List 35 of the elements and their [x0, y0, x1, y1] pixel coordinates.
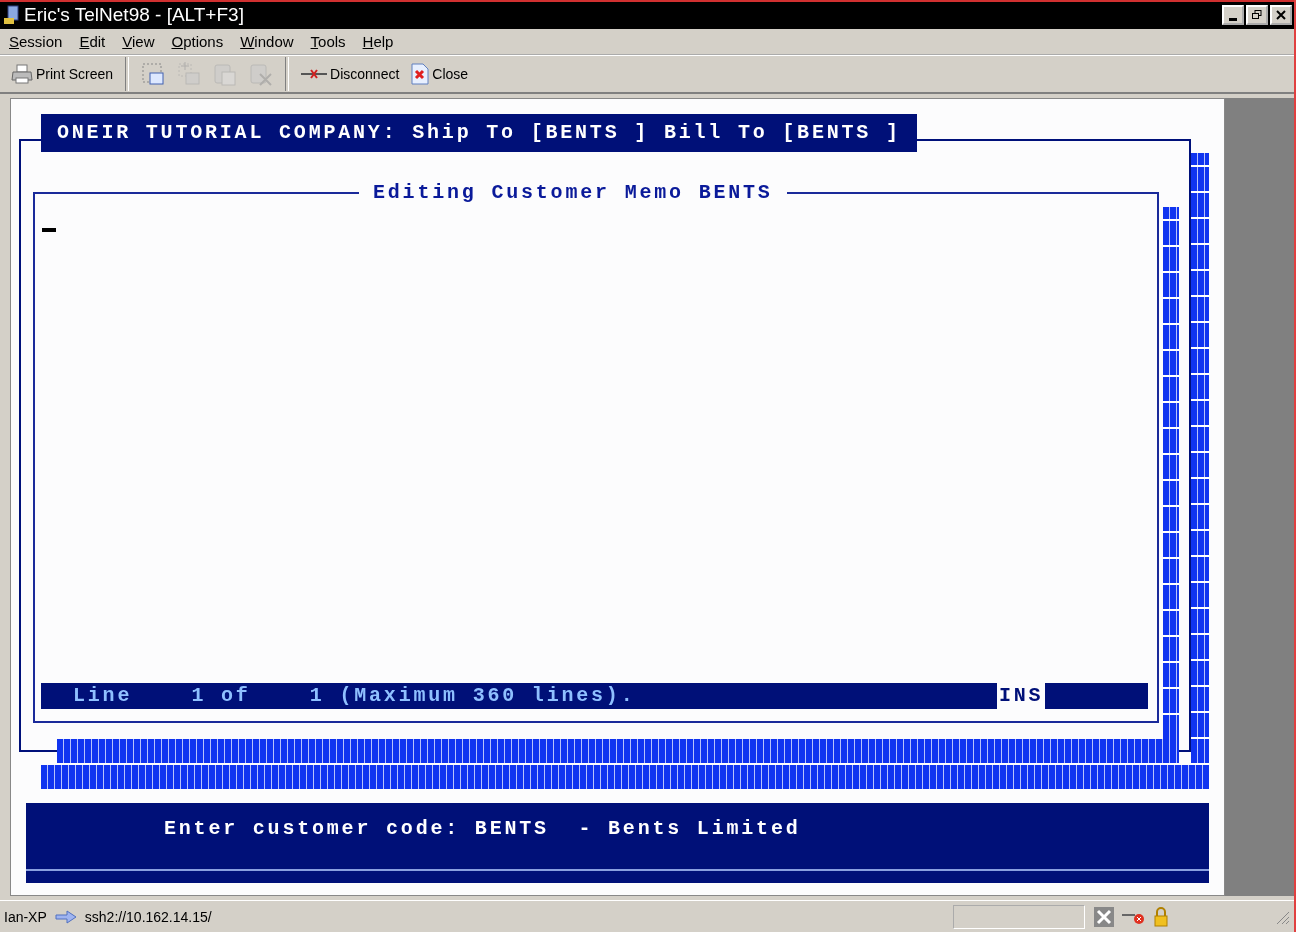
- document-close-icon: [411, 63, 430, 86]
- toolbar-button[interactable]: Close: [408, 61, 472, 88]
- plug-icon: [301, 69, 328, 80]
- clipboard-x-icon: [249, 62, 274, 87]
- close-button[interactable]: [1270, 5, 1292, 26]
- user-name: Ian-XP: [4, 908, 47, 925]
- prompt-message: Enter customer code: BENTS - Bents Limited: [164, 816, 801, 843]
- text-cursor: [42, 228, 56, 233]
- connection-address: ssh2://10.162.14.15/: [84, 908, 213, 925]
- arrow-icon: [54, 909, 77, 924]
- insert-mode-indicator: INS: [997, 683, 1046, 710]
- minimize-button[interactable]: [1222, 5, 1244, 26]
- clipboard-icon: [213, 62, 238, 87]
- restore-icon: [1252, 10, 1262, 21]
- copy-icon: [177, 62, 202, 87]
- lock-icon: [1152, 906, 1169, 927]
- menu-item[interactable]: Window: [240, 32, 294, 50]
- restore-button[interactable]: [1246, 5, 1268, 26]
- menu-item[interactable]: View: [122, 32, 155, 50]
- app-icon: [4, 5, 20, 26]
- window-title: Eric's TelNet98 - [ALT+F3]: [24, 4, 245, 27]
- minimize-icon: [1229, 17, 1237, 21]
- close-icon: [1276, 10, 1286, 21]
- menu-item[interactable]: Tools: [310, 32, 346, 50]
- menu-item[interactable]: Help: [362, 32, 394, 50]
- menu-item[interactable]: Options: [171, 32, 224, 50]
- toolbar-button[interactable]: Print Screen: [8, 62, 117, 87]
- company-header: ONEIR TUTORIAL COMPANY: Ship To [BENTS ] Bill To [BENTS ]: [41, 114, 917, 153]
- selection-icon: [141, 62, 166, 87]
- menu-item[interactable]: Edit: [79, 32, 106, 50]
- disconnected-icon: [1092, 905, 1115, 928]
- menu-item[interactable]: Session: [9, 32, 63, 50]
- toolbar-button[interactable]: Disconnect: [298, 64, 403, 85]
- printer-icon: [11, 64, 33, 85]
- line-count: Line 1 of 1 (Maximum 360 lines).: [72, 683, 637, 710]
